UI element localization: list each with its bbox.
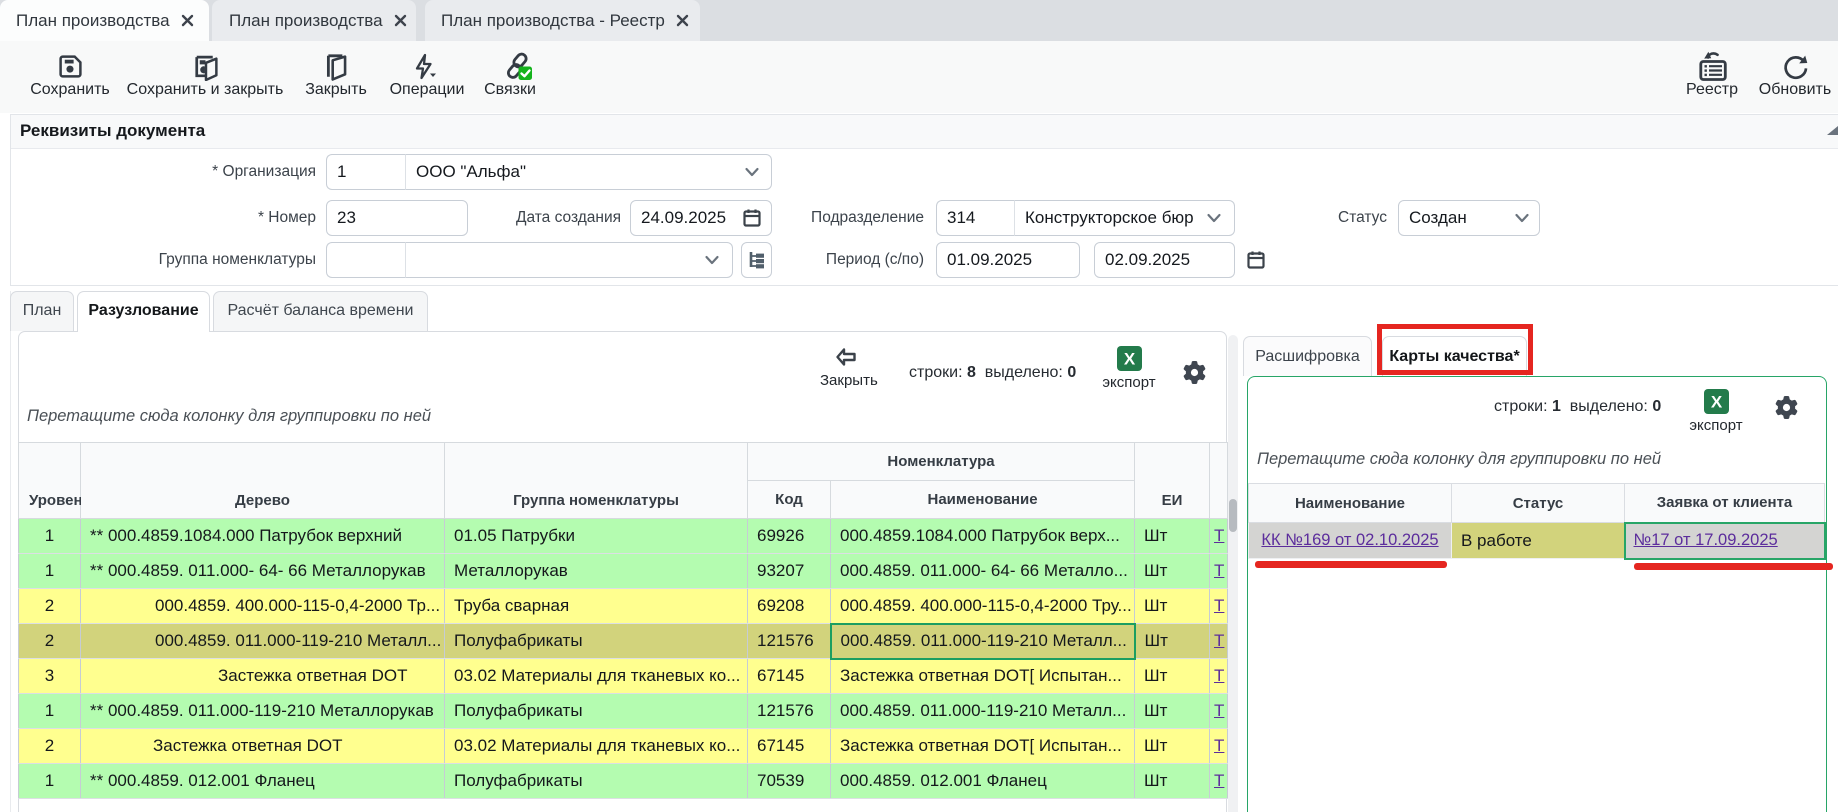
svg-text:X: X bbox=[1710, 393, 1722, 412]
svg-text:X: X bbox=[1123, 350, 1135, 369]
